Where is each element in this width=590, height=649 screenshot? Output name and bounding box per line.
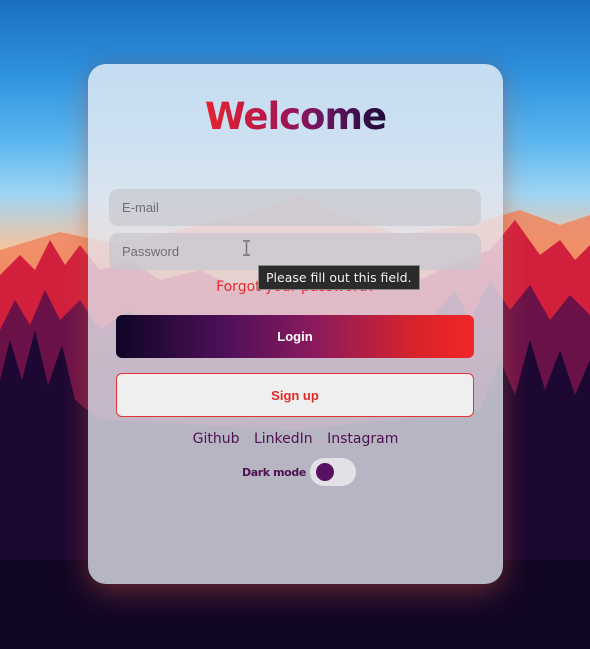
linkedin-link[interactable]: LinkedIn [254, 431, 313, 447]
dark-mode-toggle[interactable] [309, 458, 356, 486]
dark-mode-label: Dark mode [242, 465, 306, 479]
welcome-title-text: Welcome [204, 95, 387, 138]
text-cursor-icon [243, 240, 250, 256]
signup-button[interactable]: Sign up [116, 373, 474, 417]
dark-mode-row: Dark mode [242, 458, 356, 486]
validation-tooltip: Please fill out this field. [258, 265, 420, 290]
toggle-knob [315, 463, 334, 481]
social-links: Github LinkedIn Instagram [88, 431, 503, 447]
login-button[interactable]: Login [116, 315, 474, 358]
github-link[interactable]: Github [193, 431, 240, 447]
login-card: Welcome Forgot your password? Login Sign… [88, 64, 503, 584]
email-input[interactable] [109, 189, 481, 226]
welcome-title: Welcome [88, 92, 503, 142]
instagram-link[interactable]: Instagram [327, 431, 398, 447]
